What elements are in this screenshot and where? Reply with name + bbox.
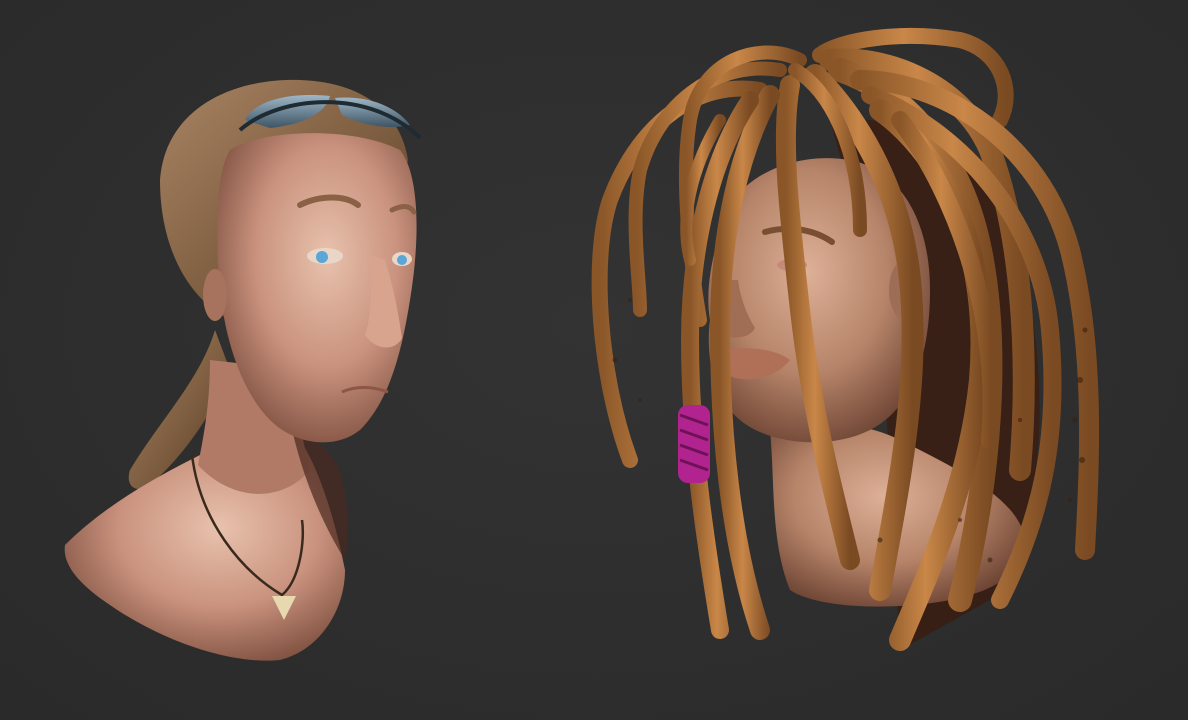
render-scene (64, 28, 1100, 661)
left-bust (64, 79, 422, 661)
render-viewport (0, 0, 1188, 720)
left-iris-1 (316, 251, 328, 263)
left-ear (203, 269, 227, 321)
hair-wrap-icon (678, 405, 710, 483)
left-iris-2 (397, 255, 407, 265)
right-bust (591, 28, 1100, 651)
